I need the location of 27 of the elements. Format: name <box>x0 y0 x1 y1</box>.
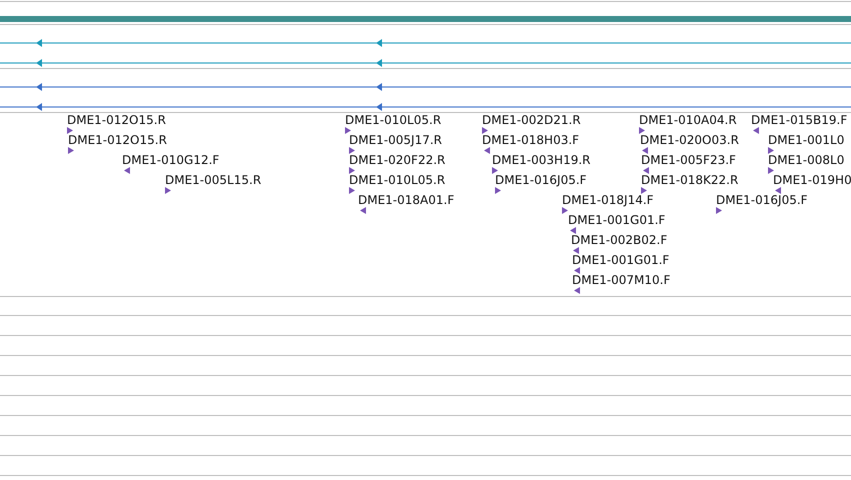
feature-label[interactable]: DME1-020O03.R <box>640 133 739 147</box>
feature-label[interactable]: DME1-010A04.R <box>639 113 737 127</box>
feature-label[interactable]: DME1-016J05.F <box>495 173 587 187</box>
feature-label[interactable]: DME1-010L05.R <box>345 113 442 127</box>
feature-label[interactable]: DME1-018H03.F <box>482 133 580 147</box>
feature-label[interactable]: DME1-005J17.R <box>349 133 442 147</box>
feature-label[interactable]: DME1-018A01.F <box>358 193 454 207</box>
feature-label[interactable]: DME1-012O15.R <box>67 113 166 127</box>
feature-label[interactable]: DME1-002D21.R <box>482 113 581 127</box>
feature-label[interactable]: DME1-016J05.F <box>716 193 808 207</box>
feature-label[interactable]: DME1-018J14.F <box>562 193 654 207</box>
feature-label[interactable]: DME1-005L15.R <box>165 173 262 187</box>
feature-label[interactable]: DME1-010L05.R <box>349 173 446 187</box>
feature-label[interactable]: DME1-001G01.F <box>572 253 670 267</box>
feature-label[interactable]: DME1-010G12.F <box>122 153 220 167</box>
feature-label[interactable]: DME1-012O15.R <box>68 133 167 147</box>
feature-label[interactable]: DME1-020F22.R <box>349 153 446 167</box>
feature-label[interactable]: DME1-001G01.F <box>568 213 666 227</box>
feature-label[interactable]: DME1-019H0 <box>773 173 851 187</box>
feature-label[interactable]: DME1-001L0 <box>768 133 844 147</box>
feature-label[interactable]: DME1-015B19.F <box>751 113 848 127</box>
feature-label[interactable]: DME1-018K22.R <box>641 173 738 187</box>
feature-label[interactable]: DME1-005F23.F <box>641 153 736 167</box>
feature-label[interactable]: DME1-002B02.F <box>571 233 668 247</box>
feature-label[interactable]: DME1-003H19.R <box>492 153 590 167</box>
feature-label[interactable]: DME1-007M10.F <box>572 273 670 287</box>
feature-label[interactable]: DME1-008L0 <box>768 153 844 167</box>
